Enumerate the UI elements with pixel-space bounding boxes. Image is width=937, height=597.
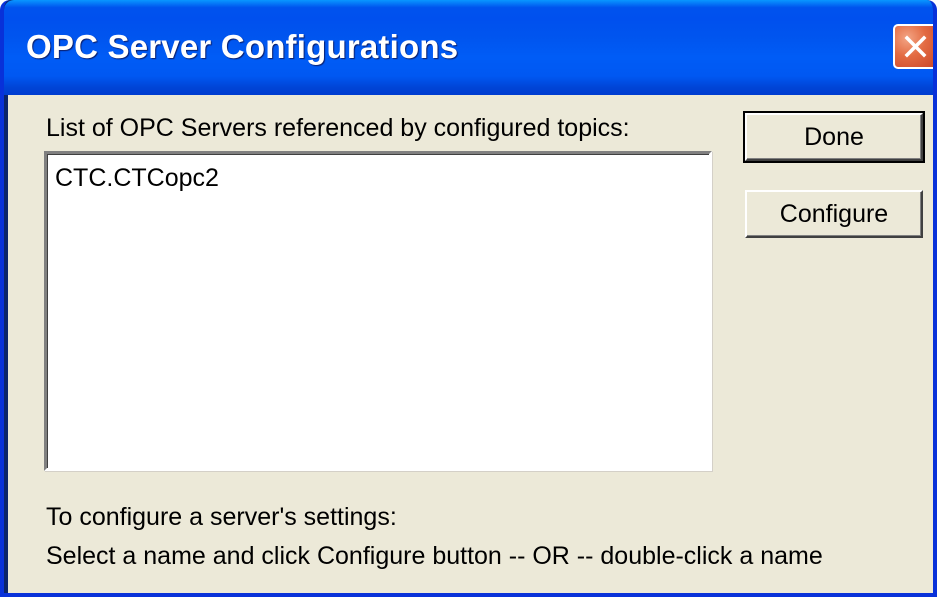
- list-item[interactable]: CTC.CTCopc2: [55, 164, 219, 193]
- title-bar[interactable]: OPC Server Configurations: [4, 0, 933, 95]
- close-button[interactable]: [893, 24, 933, 69]
- window-title: OPC Server Configurations: [26, 28, 459, 65]
- server-list-caption: List of OPC Servers referenced by config…: [46, 114, 630, 142]
- dialog-body: List of OPC Servers referenced by config…: [8, 95, 933, 593]
- server-listbox[interactable]: CTC.CTCopc2: [44, 151, 712, 471]
- close-icon: [904, 35, 927, 58]
- help-text-heading: To configure a server's settings:: [46, 503, 397, 531]
- configure-button[interactable]: Configure: [745, 190, 923, 238]
- done-button[interactable]: Done: [743, 111, 925, 163]
- help-text-instructions: Select a name and click Configure button…: [46, 542, 823, 570]
- dialog-window: OPC Server Configurations List of OPC Se…: [0, 0, 937, 597]
